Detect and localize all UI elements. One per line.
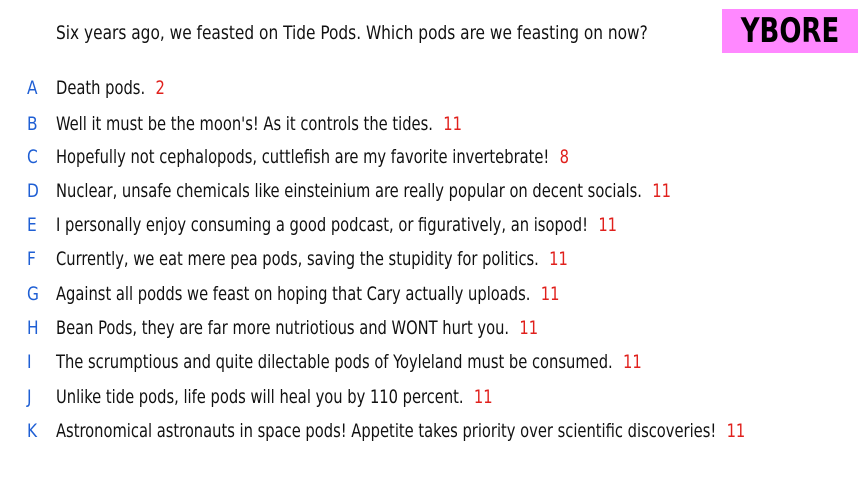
answer-letter: H bbox=[27, 317, 39, 339]
vote-count: 11 bbox=[443, 113, 462, 135]
answer-letter: E bbox=[27, 214, 37, 236]
vote-count: 8 bbox=[559, 146, 569, 168]
answer-letter: K bbox=[27, 420, 38, 442]
answer-text: Astronomical astronauts in space pods! A… bbox=[56, 420, 717, 442]
answer-line: The scrumptious and quite dilectable pod… bbox=[56, 351, 642, 373]
answer-line: Hopefully not cephalopods, cuttlefish ar… bbox=[56, 146, 569, 168]
answer-line: Well it must be the moon's! As it contro… bbox=[56, 113, 462, 135]
answer-line: I personally enjoy consuming a good podc… bbox=[56, 214, 617, 236]
vote-count: 11 bbox=[519, 317, 539, 339]
answer-letter: J bbox=[27, 386, 32, 408]
answer-line: Against all podds we feast on hoping tha… bbox=[56, 283, 559, 305]
answer-text: Unlike tide pods, life pods will heal yo… bbox=[56, 386, 464, 408]
vote-count: 11 bbox=[652, 180, 671, 202]
vote-count: 11 bbox=[549, 248, 568, 270]
answer-text: Well it must be the moon's! As it contro… bbox=[56, 113, 433, 135]
answer-text: The scrumptious and quite dilectable pod… bbox=[56, 351, 613, 373]
answer-text: Hopefully not cephalopods, cuttlefish ar… bbox=[56, 146, 550, 168]
answer-line: Currently, we eat mere pea pods, saving … bbox=[56, 248, 568, 270]
answer-text: Against all podds we feast on hoping tha… bbox=[56, 283, 531, 305]
question-text: Six years ago, we feasted on Tide Pods. … bbox=[56, 22, 648, 44]
answer-text: I personally enjoy consuming a good podc… bbox=[56, 214, 589, 236]
answer-line: Death pods. 2 bbox=[56, 77, 165, 99]
answer-line: Unlike tide pods, life pods will heal yo… bbox=[56, 386, 493, 408]
answer-text: Nuclear, unsafe chemicals like einsteini… bbox=[56, 180, 642, 202]
vote-count: 11 bbox=[598, 214, 618, 236]
vote-count: 11 bbox=[623, 351, 642, 373]
answer-letter: F bbox=[27, 248, 36, 270]
answer-text: Currently, we eat mere pea pods, saving … bbox=[56, 248, 539, 270]
answer-text: Bean Pods, they are far more nutriotious… bbox=[56, 317, 510, 339]
answer-letter: D bbox=[27, 180, 39, 202]
vote-count: 2 bbox=[155, 77, 165, 99]
vote-count: 11 bbox=[540, 283, 560, 305]
logo-text: YBORE bbox=[740, 11, 840, 51]
ybore-logo: YBORE bbox=[722, 9, 858, 53]
answer-line: Nuclear, unsafe chemicals like einsteini… bbox=[56, 180, 671, 202]
answer-letter: B bbox=[27, 113, 38, 135]
answer-line: Astronomical astronauts in space pods! A… bbox=[56, 420, 745, 442]
answer-line: Bean Pods, they are far more nutriotious… bbox=[56, 317, 538, 339]
answer-letter: G bbox=[27, 283, 39, 305]
answer-letter: C bbox=[27, 146, 38, 168]
vote-count: 11 bbox=[473, 386, 493, 408]
answer-text: Death pods. bbox=[56, 77, 146, 99]
answer-letter: A bbox=[27, 77, 38, 99]
vote-count: 11 bbox=[726, 420, 746, 442]
answer-letter: I bbox=[27, 351, 32, 373]
